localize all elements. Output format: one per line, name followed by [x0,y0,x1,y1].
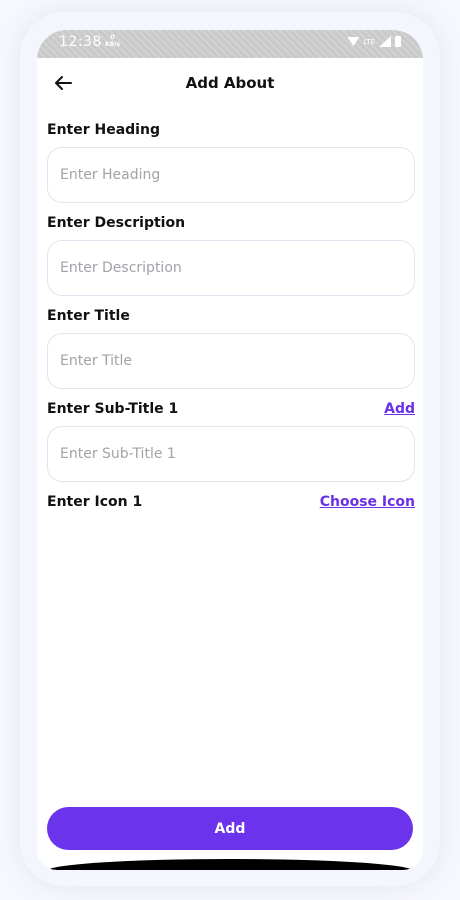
app-header: Add About [37,68,423,98]
battery-icon [395,36,401,47]
device-bottom-edge [47,859,413,870]
add-button[interactable]: Add [47,807,413,850]
status-icons: LTE [347,36,401,47]
status-bar: 12:38 0 KB/s LTE [37,30,423,58]
subtitle-label-row: Enter Sub-Title 1 Add [47,399,415,419]
subtitle-label: Enter Sub-Title 1 [47,401,179,417]
network-speed-unit: KB/s [105,41,120,48]
description-label: Enter Description [47,215,186,231]
title-label: Enter Title [47,308,130,324]
heading-label-row: Enter Heading [47,120,415,140]
app-screen: 12:38 0 KB/s LTE Add About Enter Heading… [37,30,423,870]
network-speed-value: 0 [110,34,115,41]
icon-label: Enter Icon 1 [47,494,143,510]
description-input[interactable] [47,240,415,296]
page-title: Add About [185,74,275,92]
network-speed: 0 KB/s [105,34,120,48]
wifi-icon [347,37,360,46]
add-subtitle-link[interactable]: Add [384,401,415,417]
heading-label: Enter Heading [47,122,160,138]
status-time: 12:38 [59,34,102,50]
heading-input[interactable] [47,147,415,203]
icon-label-row: Enter Icon 1 Choose Icon [47,492,415,512]
add-about-form: Enter Heading Enter Description Enter Ti… [47,120,415,512]
network-type: LTE [363,37,375,46]
description-label-row: Enter Description [47,213,415,233]
subtitle-input[interactable] [47,426,415,482]
signal-icon [379,36,391,47]
choose-icon-link[interactable]: Choose Icon [320,494,415,510]
title-input[interactable] [47,333,415,389]
title-label-row: Enter Title [47,306,415,326]
